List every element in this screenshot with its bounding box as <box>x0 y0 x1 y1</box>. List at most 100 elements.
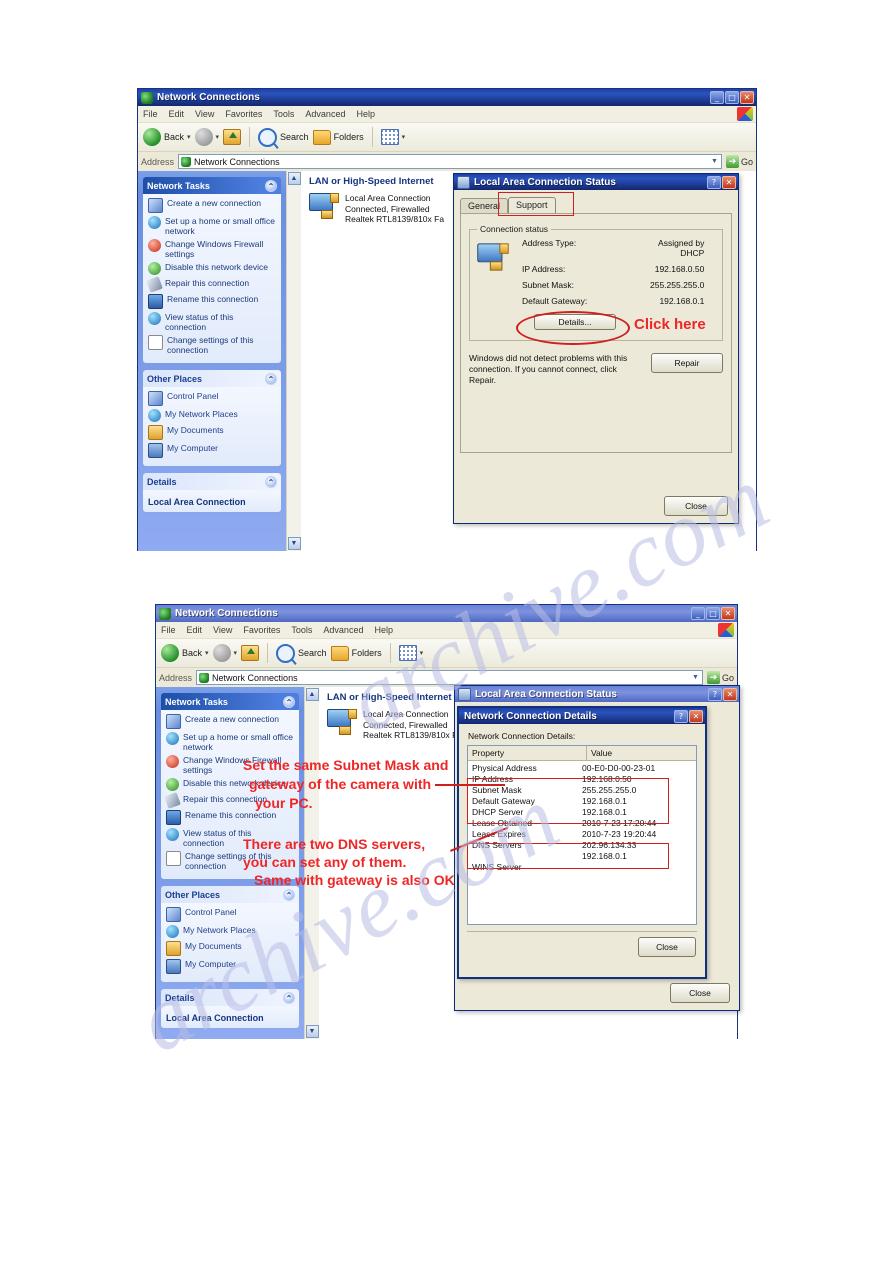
close-button[interactable]: Close <box>664 496 728 516</box>
chevron-down-icon[interactable]: ▾ <box>187 133 191 141</box>
collapse-icon[interactable]: ⌃ <box>265 372 277 385</box>
network-connections-window-1[interactable]: Network Connections _ □ ✕ File Edit View… <box>137 88 757 551</box>
menu-item-help[interactable]: Help <box>356 109 375 119</box>
menu-item-tools[interactable]: Tools <box>273 109 294 119</box>
table-row[interactable]: Default Gateway 192.168.0.1 <box>468 796 696 807</box>
sidebar-item-repair-connection[interactable]: Repair this connection <box>164 792 294 809</box>
address-input[interactable]: Network Connections ▼ <box>178 154 722 169</box>
menu-item-edit[interactable]: Edit <box>169 109 185 119</box>
forward-button[interactable]: ▾ <box>194 128 220 146</box>
dialog-titlebar[interactable]: Local Area Connection Status ? ✕ <box>454 174 738 190</box>
close-icon[interactable]: ✕ <box>740 91 754 104</box>
table-row[interactable]: Lease Obtained 2010-7-23 17:20:44 <box>468 818 696 829</box>
table-row[interactable]: IP Address 192.168.0.50 <box>468 774 696 785</box>
dialog-tabs[interactable]: General Support <box>454 195 738 213</box>
network-connection-details-dialog[interactable]: Network Connection Details ? ✕ Network C… <box>457 706 707 979</box>
caption-buttons[interactable]: _ □ ✕ <box>691 607 735 620</box>
sidebar-item-control-panel[interactable]: Control Panel <box>166 907 294 922</box>
menu-bar[interactable]: File Edit View Favorites Tools Advanced … <box>138 106 756 123</box>
menu-item-advanced[interactable]: Advanced <box>305 109 345 119</box>
sidebar-item-my-computer[interactable]: My Computer <box>148 443 276 458</box>
menu-item-file[interactable]: File <box>143 109 158 119</box>
table-row[interactable]: Physical Address 00-E0-D0-00-23-01 <box>468 763 696 774</box>
forward-button[interactable]: ▾ <box>212 644 238 662</box>
tab-general[interactable]: General <box>460 198 509 213</box>
views-button[interactable]: ▾ <box>398 645 424 661</box>
menu-bar[interactable]: File Edit View Favorites Tools Advanced … <box>156 622 737 639</box>
help-icon[interactable]: ? <box>707 175 721 189</box>
local-area-connection-status-dialog[interactable]: Local Area Connection Status ? ✕ General… <box>453 173 739 524</box>
close-icon[interactable]: ✕ <box>689 709 703 723</box>
dialog-titlebar[interactable]: Local Area Connection Status ? ✕ <box>455 686 739 702</box>
up-button[interactable] <box>223 129 242 145</box>
folders-button[interactable]: Folders <box>330 645 382 661</box>
details-header[interactable]: Details ⌃ <box>161 989 299 1006</box>
network-tasks-header[interactable]: Network Tasks ⌃ <box>161 693 299 710</box>
table-row[interactable]: 192.168.0.1 <box>468 851 696 862</box>
close-button[interactable]: Close <box>670 983 730 1003</box>
sidebar-item-my-documents[interactable]: My Documents <box>148 425 276 440</box>
menu-item-view[interactable]: View <box>213 625 232 635</box>
table-row[interactable]: WINS Server <box>468 862 696 873</box>
help-icon[interactable]: ? <box>708 687 722 701</box>
sidebar-item-disable-device[interactable]: Disable this network device <box>166 778 294 791</box>
help-icon[interactable]: ? <box>674 709 688 723</box>
address-bar[interactable]: Address Network Connections ▼ ➔ Go <box>138 152 756 171</box>
sidebar-item-disable-device[interactable]: Disable this network device <box>148 262 276 275</box>
chevron-down-icon[interactable]: ▼ <box>711 158 721 165</box>
sidebar-item-rename-connection[interactable]: Rename this connection <box>166 810 294 825</box>
sidebar-item-change-settings[interactable]: Change settings of this connection <box>148 335 276 355</box>
collapse-icon[interactable]: ⌃ <box>283 695 295 708</box>
other-places-header[interactable]: Other Places ⌃ <box>161 886 299 903</box>
table-row[interactable]: DNS Servers 202.96.134.33 <box>468 840 696 851</box>
sidebar-item-my-computer[interactable]: My Computer <box>166 959 294 974</box>
scroll-down-icon[interactable]: ▼ <box>305 1025 319 1038</box>
details-header[interactable]: Details ⌃ <box>143 473 281 490</box>
minimize-icon[interactable]: _ <box>691 607 705 620</box>
sidebar-item-my-network-places[interactable]: My Network Places <box>166 925 294 938</box>
toolbar[interactable]: Back ▾ ▾ Search Folders ▾ <box>156 639 737 668</box>
sidebar-item-my-network-places[interactable]: My Network Places <box>148 409 276 422</box>
sidebar-item-view-status[interactable]: View status of this connection <box>148 312 276 332</box>
close-icon[interactable]: ✕ <box>722 175 736 189</box>
maximize-icon[interactable]: □ <box>725 91 739 104</box>
menu-item-favorites[interactable]: Favorites <box>243 625 280 635</box>
network-connections-window-2[interactable]: Network Connections _ □ ✕ File Edit View… <box>155 604 740 1039</box>
sidebar-item-control-panel[interactable]: Control Panel <box>148 391 276 406</box>
sidebar-item-change-settings[interactable]: Change settings of this connection <box>166 851 294 871</box>
chevron-down-icon[interactable]: ▾ <box>216 133 220 141</box>
details-listbox[interactable]: Property Value Physical Address 00-E0-D0… <box>467 745 697 925</box>
go-button[interactable]: ➔ Go <box>725 155 753 168</box>
sidebar-item-rename-connection[interactable]: Rename this connection <box>148 294 276 309</box>
sidebar-item-create-connection[interactable]: Create a new connection <box>166 714 294 729</box>
sidebar-item-view-status[interactable]: View status of this connection <box>166 828 294 848</box>
menu-item-help[interactable]: Help <box>374 625 393 635</box>
minimize-icon[interactable]: _ <box>710 91 724 104</box>
up-button[interactable] <box>241 645 260 661</box>
other-places-header[interactable]: Other Places ⌃ <box>143 370 281 387</box>
chevron-down-icon[interactable]: ▾ <box>205 649 209 657</box>
chevron-down-icon[interactable]: ▾ <box>234 649 238 657</box>
chevron-down-icon[interactable]: ▼ <box>692 674 702 681</box>
collapse-icon[interactable]: ⌃ <box>283 888 295 901</box>
caption-buttons[interactable]: _ □ ✕ <box>710 91 754 104</box>
close-button[interactable]: Close <box>638 937 696 957</box>
chevron-down-icon[interactable]: ▾ <box>420 649 424 657</box>
folders-button[interactable]: Folders <box>312 129 364 145</box>
menu-item-tools[interactable]: Tools <box>291 625 312 635</box>
address-input[interactable]: Network Connections ▼ <box>196 670 703 685</box>
close-icon[interactable]: ✕ <box>721 607 735 620</box>
sidebar-scrollbar[interactable]: ▲ ▼ <box>286 171 301 551</box>
menu-item-favorites[interactable]: Favorites <box>225 109 262 119</box>
search-button[interactable]: Search <box>276 643 327 663</box>
dialog-caption-buttons[interactable]: ? ✕ <box>707 175 736 189</box>
network-tasks-header[interactable]: Network Tasks ⌃ <box>143 177 281 194</box>
close-icon[interactable]: ✕ <box>723 687 737 701</box>
sidebar-item-setup-home-network[interactable]: Set up a home or small office network <box>166 732 294 752</box>
sidebar-item-firewall-settings[interactable]: Change Windows Firewall settings <box>148 239 276 259</box>
go-button[interactable]: ➔ Go <box>706 671 734 684</box>
table-row[interactable]: DHCP Server 192.168.0.1 <box>468 807 696 818</box>
repair-button[interactable]: Repair <box>651 353 723 373</box>
search-button[interactable]: Search <box>258 127 309 147</box>
titlebar[interactable]: Network Connections _ □ ✕ <box>138 89 756 106</box>
